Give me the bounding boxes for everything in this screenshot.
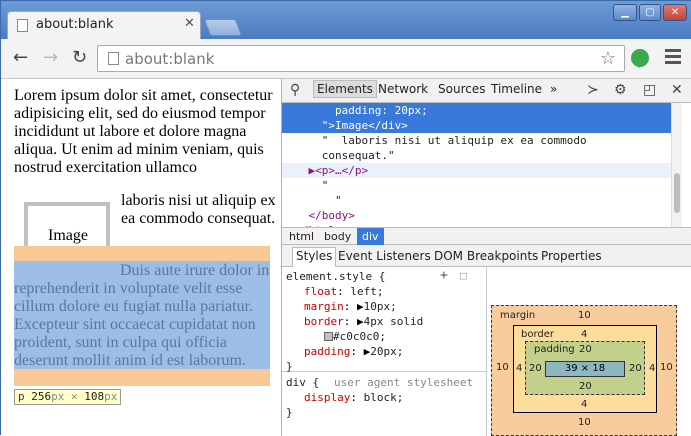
menu-icon[interactable] (665, 49, 681, 65)
dom-line[interactable]: padding: 20px; (282, 103, 682, 118)
box-model-content[interactable]: 39 × 18 (545, 361, 625, 377)
tab-properties[interactable]: Properties (541, 249, 602, 263)
extension-icon[interactable] (631, 49, 649, 68)
style-rule[interactable]: padding: ▶20px; (304, 344, 403, 359)
address-bar[interactable]: about:blank ☆ (97, 45, 625, 72)
page-icon (108, 52, 119, 65)
laboris-text: laboris nisi ut aliquip ex ea commodo co… (121, 192, 276, 227)
reload-icon[interactable]: ↻ (72, 48, 87, 68)
devtools-panel: ⚲ Elements Network Sources Timeline » ≻ … (281, 79, 691, 436)
sidebar-tabs: Styles Event Listeners DOM Breakpoints P… (282, 245, 691, 267)
duis-paragraph: Duis aute irure dolor in reprehenderit i… (14, 262, 270, 369)
style-close-brace: } (286, 360, 293, 373)
box-model-padding[interactable]: padding 20 20 20 20 39 × 18 (525, 341, 645, 395)
scroll-thumb[interactable] (674, 173, 680, 213)
back-icon[interactable]: ← (13, 48, 28, 68)
toggle-state-icon[interactable]: ⬚ (460, 268, 467, 283)
browser-tab[interactable]: about:blank ✕ (7, 11, 201, 39)
forward-icon[interactable]: → (43, 48, 58, 68)
page-icon (17, 19, 28, 32)
tab-elements[interactable]: Elements (313, 80, 377, 98)
dom-line[interactable]: " (282, 193, 682, 208)
dom-line[interactable]: " laboris nisi ut aliquip ex ea commodo (282, 133, 682, 148)
tab-styles[interactable]: Styles (292, 247, 337, 267)
console-drawer-icon[interactable]: ≻ (587, 82, 599, 98)
tab-sources[interactable]: Sources (438, 82, 485, 96)
tab-title: about:blank (36, 17, 114, 32)
box-model: margin 10 10 10 10 border 4 4 4 4 paddin… (487, 267, 691, 436)
box-model-border[interactable]: border 4 4 4 4 padding 20 20 20 20 39 × … (513, 325, 657, 413)
breadcrumb-html[interactable]: html (289, 230, 314, 243)
style-rule[interactable]: margin: ▶10px; (304, 299, 397, 314)
new-tab-button[interactable] (203, 19, 243, 36)
more-tabs-icon[interactable]: » (550, 82, 557, 96)
tab-network[interactable]: Network (378, 82, 428, 96)
maximize-button[interactable]: ▢ (639, 4, 661, 21)
color-swatch[interactable] (324, 332, 333, 341)
browser-toolbar: ← → ↻ about:blank ☆ (1, 39, 691, 79)
minimize-button[interactable]: ▁ (613, 4, 637, 21)
breadcrumb-div[interactable]: div (357, 228, 384, 245)
tab-close-icon[interactable]: ✕ (184, 16, 195, 31)
page-content: Lorem ipsum dolor sit amet, consectetur … (1, 79, 281, 436)
breadcrumb: html body div (282, 227, 691, 245)
lorem-paragraph: Lorem ipsum dolor sit amet, consectetur … (14, 87, 273, 176)
style-rule-color[interactable]: #c0c0c0; (324, 329, 386, 344)
devtools-toolbar: ⚲ Elements Network Sources Timeline » ≻ … (282, 79, 691, 103)
dom-line-p[interactable]: ▶<p>…</p> (282, 163, 682, 178)
tab-dom-breakpoints[interactable]: DOM Breakpoints (434, 249, 538, 263)
dom-line-selected[interactable]: ">Image</div> (282, 118, 682, 133)
tab-event-listeners[interactable]: Event Listeners (338, 249, 431, 263)
breadcrumb-body[interactable]: body (324, 230, 351, 243)
style-rule[interactable]: border: ▶4px solid (304, 314, 423, 329)
style-selector: element.style { (286, 270, 386, 283)
dom-line[interactable]: consequat." (282, 148, 682, 163)
tab-timeline[interactable]: Timeline (491, 82, 542, 96)
image-label: Image (48, 227, 88, 244)
close-devtools-icon[interactable]: ✕ (671, 82, 683, 98)
browser-window: about:blank ✕ ▁ ▢ ✕ ← → ↻ about:blank ☆ … (0, 0, 691, 436)
close-button[interactable]: ✕ (663, 4, 687, 21)
elements-scrollbar[interactable] (671, 103, 682, 227)
ua-close-brace: } (286, 406, 293, 419)
rule-separator (282, 371, 487, 372)
element-size-tooltip: p 256px × 108px (14, 389, 122, 405)
elements-tree: padding: 20px; ">Image</div> " laboris n… (282, 103, 682, 227)
dom-line[interactable]: " (282, 178, 682, 193)
star-icon[interactable]: ☆ (600, 48, 616, 69)
ua-rule: display: block; (304, 391, 404, 404)
style-rule[interactable]: float: left; (304, 284, 384, 299)
ua-stylesheet-label: user agent stylesheet (334, 376, 474, 389)
ua-selector: div { (286, 376, 320, 389)
add-rule-icon[interactable]: + (440, 268, 448, 283)
address-text: about:blank (125, 50, 215, 68)
title-bar: about:blank ✕ ▁ ▢ ✕ (1, 1, 691, 39)
settings-icon[interactable]: ⚙ (614, 82, 627, 98)
search-icon[interactable]: ⚲ (290, 82, 300, 98)
box-model-margin[interactable]: margin 10 10 10 10 border 4 4 4 4 paddin… (491, 305, 677, 436)
dom-line-body-close[interactable]: </body> (282, 208, 682, 223)
styles-pane: element.style { + ⬚ float: left; margin:… (282, 267, 487, 436)
dock-icon[interactable]: ◰ (643, 82, 656, 98)
